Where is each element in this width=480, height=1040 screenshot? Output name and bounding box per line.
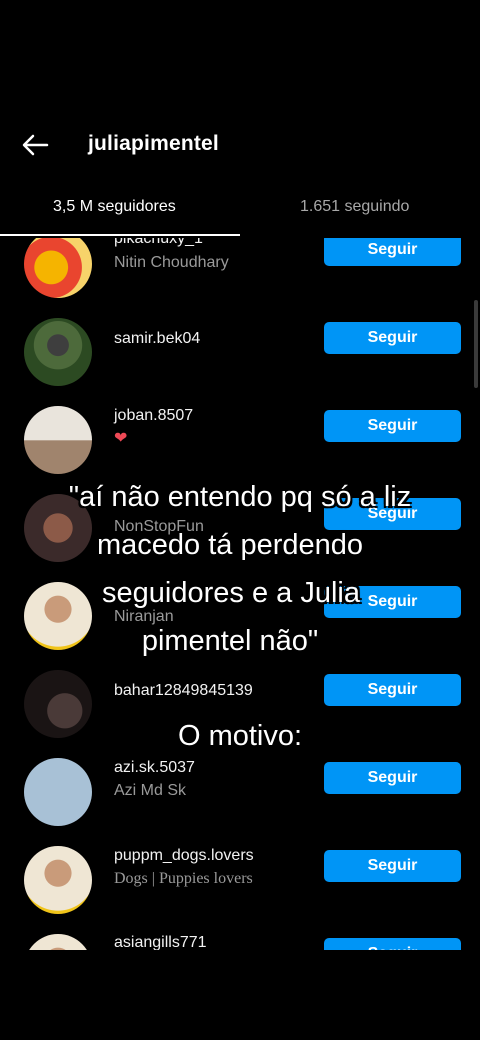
caption-line-5: O motivo: bbox=[177, 720, 303, 752]
profile-username: juliapimentel bbox=[88, 132, 219, 155]
follow-button[interactable]: Seguir bbox=[324, 850, 461, 882]
username[interactable]: bahar12849845139 bbox=[114, 682, 253, 700]
display-name: Dogs | Puppies lovers bbox=[114, 870, 253, 887]
list-item[interactable]: asiangills771 Seguir bbox=[0, 924, 480, 950]
tab-followers[interactable]: 3,5 M seguidores bbox=[53, 198, 176, 216]
avatar[interactable] bbox=[24, 846, 92, 914]
avatar[interactable] bbox=[24, 934, 92, 950]
avatar[interactable] bbox=[24, 758, 92, 826]
follow-button[interactable]: Seguir bbox=[324, 238, 461, 266]
tab-following[interactable]: 1.651 seguindo bbox=[300, 198, 409, 216]
list-item[interactable]: samir.bek04 Seguir bbox=[0, 308, 480, 396]
display-name: Azi Md Sk bbox=[114, 782, 187, 799]
list-item[interactable]: azi.sk.5037 Azi Md Sk Seguir bbox=[0, 748, 480, 836]
username[interactable]: samir.bek04 bbox=[114, 330, 200, 348]
heart-icon: ❤ bbox=[114, 430, 128, 447]
username[interactable]: azi.sk.5037 bbox=[114, 759, 195, 777]
list-item[interactable]: joban.8507 ❤ Seguir bbox=[0, 396, 480, 484]
scrollbar[interactable] bbox=[474, 300, 478, 388]
avatar[interactable] bbox=[24, 318, 92, 386]
avatar[interactable] bbox=[24, 406, 92, 474]
list-item[interactable]: puppm_dogs.lovers Dogs | Puppies lovers … bbox=[0, 836, 480, 924]
back-arrow-icon[interactable] bbox=[20, 130, 50, 160]
username[interactable]: puppm_dogs.lovers bbox=[114, 847, 254, 865]
follow-tabs: 3,5 M seguidores 1.651 seguindo bbox=[0, 186, 480, 238]
caption-line-1: "aí não entendo pq só a liz bbox=[68, 481, 412, 513]
caption-line-3: seguidores e a Julia bbox=[102, 577, 360, 609]
follow-button[interactable]: Seguir bbox=[324, 938, 461, 950]
top-bar: juliapimentel bbox=[0, 120, 480, 170]
caption-line-4: pimentel não" bbox=[141, 625, 319, 657]
avatar[interactable] bbox=[24, 238, 92, 298]
follow-button[interactable]: Seguir bbox=[324, 674, 461, 706]
follow-button[interactable]: Seguir bbox=[324, 322, 461, 354]
username[interactable]: joban.8507 bbox=[114, 407, 193, 425]
list-item[interactable]: pikachuxy_1 Nitin Choudhary Seguir bbox=[0, 238, 480, 308]
caption-line-2: macedo tá perdendo bbox=[96, 529, 364, 561]
follow-button[interactable]: Seguir bbox=[324, 410, 461, 442]
username[interactable]: pikachuxy_1 bbox=[114, 238, 203, 248]
username[interactable]: asiangills771 bbox=[114, 934, 207, 950]
active-tab-indicator bbox=[0, 234, 240, 236]
follow-button[interactable]: Seguir bbox=[324, 762, 461, 794]
display-name: Nitin Choudhary bbox=[114, 254, 229, 271]
